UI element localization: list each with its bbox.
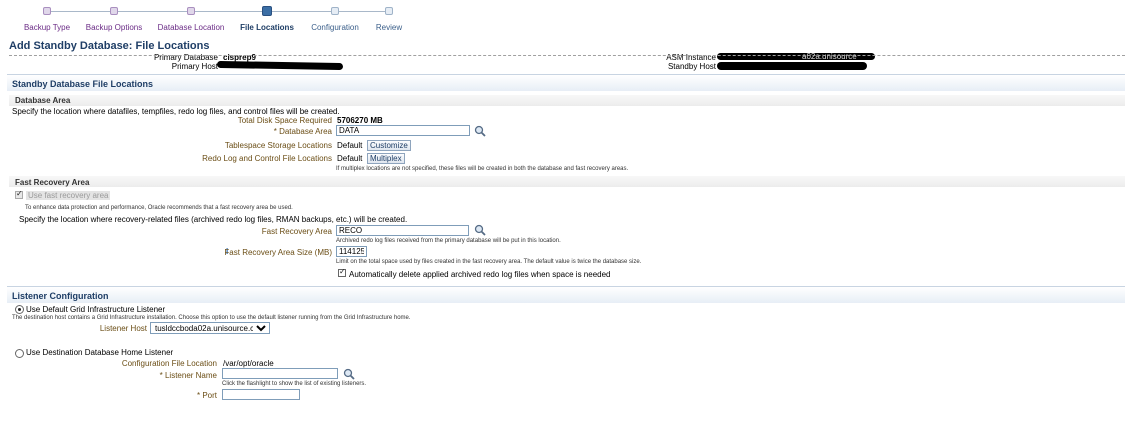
multiplex-button[interactable]: Multiplex (367, 153, 405, 164)
default-listener-label: Use Default Grid Infrastructure Listener (26, 305, 166, 314)
train-node-configuration (331, 7, 339, 15)
train-node-backup-options[interactable] (110, 7, 118, 15)
port-label: * Port (196, 391, 217, 400)
multiplex-hint: If multiplex locations are not specified… (336, 166, 629, 172)
flashlight-search-icon[interactable] (474, 224, 486, 236)
database-area-header (9, 95, 1125, 106)
listener-name-label-text: Listener Name (164, 371, 217, 380)
train-node-review (385, 7, 393, 15)
flashlight-search-icon[interactable] (343, 368, 355, 380)
database-area-label: * Database Area (273, 127, 332, 136)
train-step-file-locations: File Locations (240, 23, 294, 32)
fast-recovery-description: Specify the location where recovery-rela… (19, 215, 408, 224)
tablespace-label: Tablespace Storage Locations (224, 141, 332, 150)
listener-section-title: Listener Configuration (12, 291, 109, 301)
listener-host-select[interactable]: tusldccboda02a.unisource.corp (150, 322, 270, 334)
destination-listener-label: Use Destination Database Home Listener (26, 348, 174, 357)
listener-name-label: * Listener Name (159, 371, 217, 380)
auto-delete-checkbox[interactable] (338, 267, 346, 277)
default-listener-hint: The destination host contains a Grid Inf… (12, 315, 411, 321)
redaction-primary-host (216, 60, 344, 71)
config-file-label: Configuration File Location (121, 359, 217, 368)
fast-recovery-size-label: Fast Recovery Area Size (MB) (224, 248, 332, 257)
use-fast-recovery-checkbox (15, 189, 23, 199)
train-step-review: Review (375, 23, 403, 32)
primary-host-label: Primary Host (171, 62, 218, 71)
fast-recovery-area-label: Fast Recovery Area (261, 227, 332, 236)
title-divider (9, 55, 1125, 56)
standby-section-title: Standby Database File Locations (12, 79, 154, 89)
fast-recovery-size-input[interactable] (336, 246, 367, 257)
fast-recovery-enhance-hint: To enhance data protection and performan… (25, 205, 293, 211)
port-label-text: Port (202, 391, 217, 400)
port-input[interactable] (222, 389, 300, 400)
flashlight-search-icon[interactable] (474, 125, 486, 137)
train-step-backup-options[interactable]: Backup Options (86, 23, 142, 32)
train-step-configuration: Configuration (311, 23, 359, 32)
train-node-backup-type[interactable] (43, 7, 51, 15)
train-step-database-location[interactable]: Database Location (158, 23, 225, 32)
config-file-value: /var/opt/oracle (223, 359, 274, 368)
train-node-database-location[interactable] (187, 7, 195, 15)
train-node-file-locations (262, 6, 272, 16)
database-area-title: Database Area (15, 96, 71, 105)
fast-recovery-area-hint: Archived redo log files received from th… (336, 238, 561, 244)
redo-log-value: Default (337, 154, 363, 163)
auto-delete-label: Automatically delete applied archived re… (349, 270, 611, 279)
database-area-label-text: Database Area (279, 127, 332, 136)
database-area-description: Specify the location where datafiles, te… (12, 107, 340, 116)
asm-instance-value-fragment: a02a.unisource (802, 52, 857, 61)
listener-host-label: Listener Host (99, 324, 147, 333)
customize-button[interactable]: Customize (367, 140, 411, 151)
listener-name-input[interactable] (222, 368, 338, 379)
default-listener-radio[interactable] (15, 305, 24, 314)
redaction-standby-host (717, 62, 867, 70)
total-disk-label: Total Disk Space Required (237, 116, 332, 125)
destination-listener-radio[interactable] (15, 349, 24, 358)
fast-recovery-title: Fast Recovery Area (15, 178, 90, 187)
redo-log-label: Redo Log and Control File Locations (202, 154, 332, 163)
fast-recovery-size-hint: Limit on the total space used by files c… (336, 259, 642, 265)
fast-recovery-area-input[interactable] (336, 225, 469, 236)
train-step-backup-type[interactable]: Backup Type (24, 23, 70, 32)
use-fast-recovery-label: Use fast recovery area (26, 191, 111, 200)
listener-name-hint: Click the flashlight to show the list of… (222, 381, 367, 387)
page-title: Add Standby Database: File Locations (9, 40, 210, 52)
fast-recovery-header (9, 176, 1125, 187)
database-area-input[interactable] (336, 125, 470, 136)
standby-host-label: Standby Host (667, 62, 716, 71)
listener-section-header (7, 286, 1125, 303)
tablespace-value: Default (337, 141, 363, 150)
total-disk-value: 5706270 MB (337, 116, 383, 125)
standby-section-header (7, 74, 1125, 91)
